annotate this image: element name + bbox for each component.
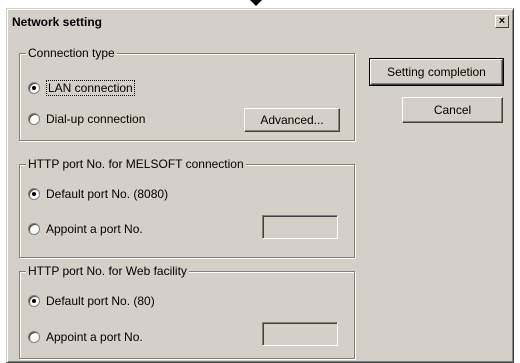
web-port-field[interactable] <box>262 322 338 346</box>
cancel-button[interactable]: Cancel <box>402 97 503 123</box>
web-appoint-port-option[interactable]: Appoint a port No. <box>28 330 143 344</box>
melsoft-port-group: HTTP port No. for MELSOFT connection Def… <box>19 157 355 258</box>
dialup-connection-radio[interactable] <box>28 113 40 125</box>
lan-connection-radio[interactable] <box>28 82 40 94</box>
melsoft-default-port-option[interactable]: Default port No. (8080) <box>28 187 168 201</box>
melsoft-port-field[interactable] <box>262 215 338 239</box>
web-port-legend: HTTP port No. for Web facility <box>26 264 189 278</box>
network-setting-dialog: Network setting × Connection type LAN co… <box>6 8 514 363</box>
dialup-connection-label: Dial-up connection <box>46 112 146 126</box>
melsoft-port-legend: HTTP port No. for MELSOFT connection <box>26 157 246 171</box>
melsoft-appoint-port-radio[interactable] <box>28 223 40 235</box>
web-appoint-port-radio[interactable] <box>28 331 40 343</box>
web-appoint-port-label: Appoint a port No. <box>46 330 143 344</box>
melsoft-appoint-port-option[interactable]: Appoint a port No. <box>28 222 143 236</box>
lan-connection-label: LAN connection <box>46 80 135 96</box>
advanced-button[interactable]: Advanced... <box>244 108 340 132</box>
melsoft-appoint-port-label: Appoint a port No. <box>46 222 143 236</box>
lan-connection-option[interactable]: LAN connection <box>28 80 135 96</box>
dialog-title: Network setting <box>12 15 103 29</box>
title-bar: Network setting × <box>9 11 511 33</box>
melsoft-default-port-label: Default port No. (8080) <box>46 187 169 201</box>
setting-completion-button[interactable]: Setting completion <box>369 58 504 86</box>
web-default-port-option[interactable]: Default port No. (80) <box>28 294 155 308</box>
web-default-port-radio[interactable] <box>28 295 40 307</box>
pointer-arrow-icon <box>250 0 262 6</box>
connection-type-legend: Connection type <box>26 46 117 60</box>
connection-type-group: Connection type LAN connection Dial-up c… <box>19 46 355 141</box>
melsoft-default-port-radio[interactable] <box>28 188 40 200</box>
close-icon[interactable]: × <box>495 15 509 28</box>
web-port-group: HTTP port No. for Web facility Default p… <box>19 264 355 359</box>
web-default-port-label: Default port No. (80) <box>46 294 155 308</box>
dialup-connection-option[interactable]: Dial-up connection <box>28 112 145 126</box>
